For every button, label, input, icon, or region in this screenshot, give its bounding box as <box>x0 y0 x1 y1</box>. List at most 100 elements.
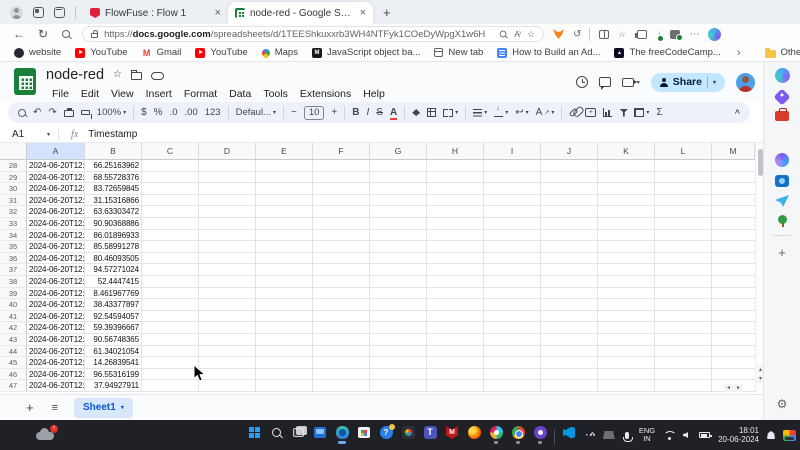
cell[interactable] <box>142 241 199 253</box>
cell[interactable] <box>712 230 755 242</box>
cell[interactable]: 66.25163962 <box>85 160 142 172</box>
add-sheet-button[interactable]: + <box>26 400 34 415</box>
cell[interactable] <box>484 195 541 207</box>
cell[interactable]: 2024-06-20T12:2 <box>27 206 85 218</box>
cell[interactable] <box>199 357 256 369</box>
bookmarks-overflow-icon[interactable]: › <box>737 47 741 59</box>
cell[interactable] <box>427 299 484 311</box>
cell[interactable] <box>142 311 199 323</box>
column-header-B[interactable]: B <box>85 143 142 160</box>
cell[interactable] <box>199 160 256 172</box>
cell[interactable]: 2024-06-20T12:2 <box>27 299 85 311</box>
taskbar-app-teams[interactable]: T <box>422 423 438 444</box>
device-tray-icon[interactable] <box>603 431 615 439</box>
cell[interactable]: 59.39396667 <box>85 322 142 334</box>
cell[interactable] <box>598 264 655 276</box>
cell[interactable] <box>712 346 755 358</box>
shopping-icon[interactable] <box>774 89 791 106</box>
cell[interactable] <box>256 311 313 323</box>
cell[interactable] <box>655 322 712 334</box>
cell[interactable] <box>199 276 256 288</box>
cell[interactable] <box>370 311 427 323</box>
cell[interactable] <box>655 346 712 358</box>
row-header[interactable]: 44 <box>0 346 27 358</box>
cell[interactable] <box>313 299 370 311</box>
taskbar-app-edge[interactable] <box>334 423 350 444</box>
cell[interactable] <box>598 160 655 172</box>
cell[interactable] <box>256 160 313 172</box>
cell[interactable] <box>541 230 598 242</box>
cell[interactable] <box>712 357 755 369</box>
cell[interactable] <box>256 253 313 265</box>
cell[interactable] <box>427 276 484 288</box>
cell[interactable] <box>541 253 598 265</box>
taskbar-app-slack[interactable] <box>488 423 504 444</box>
cell[interactable] <box>256 334 313 346</box>
clock[interactable]: 18:01 20-06-2024 <box>718 426 759 444</box>
menu-item-view[interactable]: View <box>105 88 140 100</box>
cell[interactable] <box>541 334 598 346</box>
bookmark-item[interactable]: Gmail <box>142 47 182 58</box>
cell[interactable] <box>541 264 598 276</box>
row-header[interactable]: 33 <box>0 218 27 230</box>
cell[interactable] <box>142 334 199 346</box>
cell[interactable] <box>256 206 313 218</box>
bookmark-item[interactable]: How to Build an Ad... <box>497 47 600 58</box>
browser-tab-sheets[interactable]: node-red - Google Sheets × <box>228 2 373 24</box>
cell[interactable] <box>598 380 655 392</box>
row-header[interactable]: 34 <box>0 230 27 242</box>
lock-icon[interactable] <box>91 33 98 38</box>
cell[interactable] <box>370 206 427 218</box>
version-history-icon[interactable] <box>576 76 588 88</box>
row-header[interactable]: 45 <box>0 357 27 369</box>
cell[interactable] <box>370 276 427 288</box>
cell[interactable] <box>427 357 484 369</box>
menu-item-tools[interactable]: Tools <box>257 88 294 100</box>
row-header[interactable]: 30 <box>0 183 27 195</box>
cell[interactable] <box>712 160 755 172</box>
column-header-L[interactable]: L <box>655 143 712 160</box>
italic-button[interactable]: I <box>367 107 370 118</box>
cell[interactable] <box>370 172 427 184</box>
cell[interactable] <box>598 346 655 358</box>
cell[interactable] <box>256 288 313 300</box>
row-header[interactable]: 41 <box>0 311 27 323</box>
cell[interactable] <box>142 380 199 392</box>
wifi-icon[interactable] <box>663 431 675 440</box>
cell[interactable] <box>598 311 655 323</box>
cell[interactable] <box>598 334 655 346</box>
column-header-K[interactable]: K <box>598 143 655 160</box>
menu-item-edit[interactable]: Edit <box>75 88 105 100</box>
cell[interactable]: 86.01896933 <box>85 230 142 242</box>
cell[interactable] <box>427 218 484 230</box>
cell[interactable] <box>256 369 313 381</box>
cell[interactable] <box>541 346 598 358</box>
cell[interactable] <box>712 334 755 346</box>
text-rotation-button[interactable]: A↗▾ <box>536 107 555 118</box>
cell[interactable]: 94.57271024 <box>85 264 142 276</box>
number-format-button[interactable]: 123 <box>205 107 221 118</box>
cell[interactable]: 85.58991278 <box>85 241 142 253</box>
cell[interactable]: 2024-06-20T12:2 <box>27 195 85 207</box>
extension-loop-icon[interactable]: ↺ <box>573 29 581 40</box>
cell[interactable] <box>541 160 598 172</box>
cell[interactable]: 2024-06-20T12:2 <box>27 369 85 381</box>
cell[interactable] <box>427 230 484 242</box>
cell[interactable] <box>598 357 655 369</box>
cell[interactable]: 52.4447415 <box>85 276 142 288</box>
cell[interactable] <box>484 288 541 300</box>
create-filter-icon[interactable] <box>619 109 628 117</box>
row-header[interactable]: 40 <box>0 299 27 311</box>
cell[interactable] <box>142 369 199 381</box>
cell[interactable]: 37.94927911 <box>85 380 142 392</box>
cell[interactable] <box>427 380 484 392</box>
cell[interactable] <box>142 183 199 195</box>
cell[interactable] <box>598 276 655 288</box>
cell[interactable]: 96.55316199 <box>85 369 142 381</box>
cell[interactable]: 2024-06-20T12:2 <box>27 183 85 195</box>
cell[interactable]: 2024-06-20T12:2 <box>27 288 85 300</box>
cell[interactable]: 90.56748365 <box>85 334 142 346</box>
cell[interactable] <box>655 160 712 172</box>
taskbar-app-vscode[interactable] <box>561 423 577 444</box>
cell[interactable] <box>142 218 199 230</box>
